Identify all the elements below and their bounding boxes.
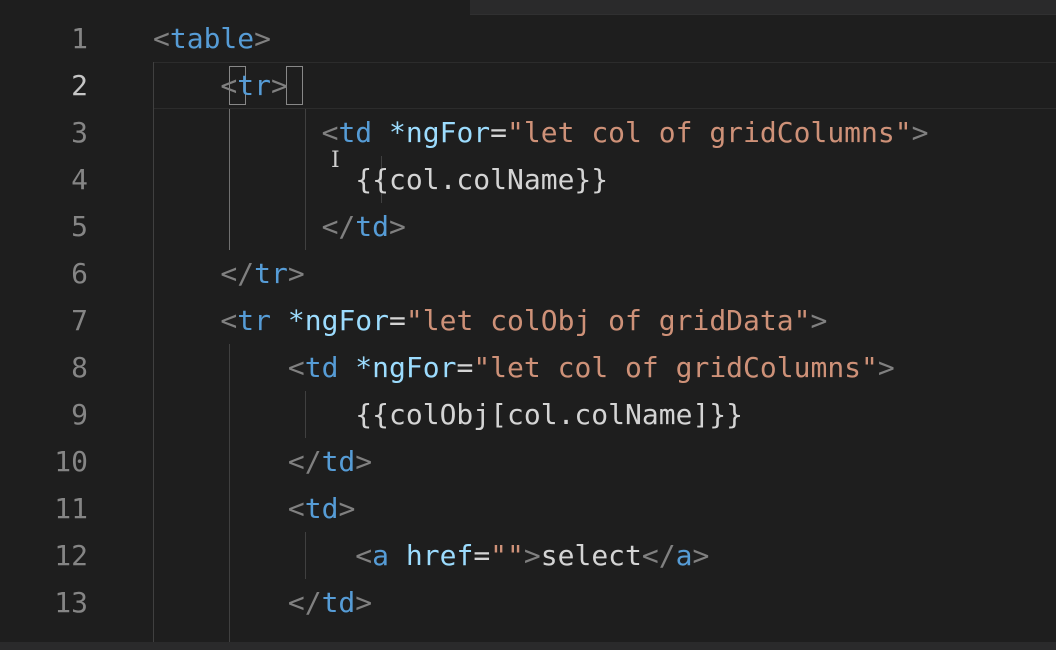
code-token-punct: < — [153, 22, 170, 55]
code-token-str: "let colObj of gridData" — [405, 304, 811, 337]
code-token-punct: > — [911, 116, 929, 149]
code-token-attr: href — [405, 539, 474, 572]
code-token-txt: {{colObj[col.colName]}} — [153, 398, 744, 431]
code-token-punct: < — [355, 539, 373, 572]
code-token-punct: > — [355, 586, 373, 619]
code-line[interactable]: <td> — [153, 485, 355, 532]
line-number[interactable]: 2 — [8, 62, 88, 109]
code-token-punct: > — [271, 69, 288, 102]
code-token-punct: > — [523, 539, 541, 572]
code-token-punct: < — [321, 116, 339, 149]
code-token-punct: > — [810, 304, 828, 337]
line-number[interactable]: 10 — [8, 438, 88, 485]
code-token-txt: = — [473, 539, 491, 572]
code-line[interactable]: <td *ngFor="let col of gridColumns"> — [153, 109, 929, 156]
line-number[interactable]: 3 — [8, 109, 88, 156]
line-number[interactable]: 8 — [8, 344, 88, 391]
code-token-tag: a — [675, 539, 693, 572]
code-token-punct: < — [287, 492, 305, 525]
code-token-punct: </ — [287, 445, 322, 478]
code-token-tag: a — [372, 539, 390, 572]
code-token-punct: </ — [287, 586, 322, 619]
code-line[interactable]: <td *ngFor="let col of gridColumns"> — [153, 344, 895, 391]
code-token-punct: > — [254, 22, 272, 55]
line-number[interactable]: 9 — [8, 391, 88, 438]
editor-bottom-bar — [0, 642, 1056, 650]
code-token-punct: </ — [641, 539, 676, 572]
code-token-attr: *ngFor — [389, 116, 491, 149]
code-token-punct: > — [389, 210, 406, 243]
code-token-txt: {{col.colName}} — [153, 163, 609, 196]
code-line[interactable]: {{colObj[col.colName]}} — [153, 391, 743, 438]
line-number[interactable]: 6 — [8, 250, 88, 297]
code-token-str: "let col of gridColumns" — [507, 116, 912, 149]
code-token-punct: < — [153, 304, 238, 337]
line-number[interactable]: 1 — [8, 15, 88, 62]
code-token-punct: > — [355, 445, 373, 478]
code-line[interactable]: <tr> — [153, 62, 288, 109]
line-number[interactable]: 7 — [8, 297, 88, 344]
code-token-tag: td — [355, 210, 390, 243]
code-token-tag: tr — [237, 69, 272, 102]
code-token-txt: = — [456, 351, 474, 384]
line-number[interactable]: 12 — [8, 532, 88, 579]
line-number[interactable]: 11 — [8, 485, 88, 532]
code-token-tag: tr — [254, 257, 288, 290]
code-line[interactable]: <a href="">select</a> — [153, 532, 709, 579]
line-number[interactable]: 4 — [8, 156, 88, 203]
code-token-tag: td — [304, 351, 339, 384]
bracket-match-highlight — [286, 66, 303, 105]
code-token-txt: = — [490, 116, 508, 149]
code-token-tag: td — [321, 586, 356, 619]
code-token-tag: td — [338, 116, 373, 149]
line-number[interactable]: 13 — [8, 579, 88, 626]
code-token-tag: td — [304, 492, 339, 525]
code-token-str: "" — [490, 539, 524, 572]
code-token-punct: < — [287, 351, 305, 384]
code-token-tag: tr — [237, 304, 272, 337]
code-token-punct: </ — [153, 257, 255, 290]
line-number-gutter[interactable]: 1 2 3 4 5 6 7 8 9 10 11 12 13 — [0, 0, 110, 650]
code-token-str: "let col of gridColumns" — [473, 351, 878, 384]
code-token-tag: table — [169, 22, 255, 55]
code-token-punct: </ — [321, 210, 356, 243]
text-cursor-ibeam-icon: I — [331, 148, 340, 173]
code-line[interactable]: </td> — [153, 203, 406, 250]
code-token-punct: > — [877, 351, 895, 384]
code-token-txt: = — [389, 304, 406, 337]
code-line[interactable]: <table> — [153, 15, 271, 62]
code-line[interactable]: </tr> — [153, 250, 305, 297]
code-line[interactable]: {{col.colName}} — [153, 156, 608, 203]
code-line[interactable]: </td> — [153, 579, 372, 626]
code-token-attr: *ngFor — [287, 304, 390, 337]
code-token-txt: select — [540, 539, 642, 572]
code-token-attr: *ngFor — [355, 351, 457, 384]
editor-top-bar — [470, 0, 1056, 15]
code-line[interactable]: </td> — [153, 438, 372, 485]
code-editor[interactable]: 1 2 3 4 5 6 7 8 9 10 11 12 13 <table> <t… — [0, 0, 1056, 650]
line-number[interactable]: 5 — [8, 203, 88, 250]
code-token-punct: > — [338, 492, 356, 525]
code-token-punct: < — [153, 69, 238, 102]
code-line[interactable]: <tr *ngFor="let colObj of gridData"> — [153, 297, 827, 344]
code-token-tag: td — [321, 445, 356, 478]
code-token-punct: > — [287, 257, 305, 290]
code-token-punct: > — [692, 539, 710, 572]
